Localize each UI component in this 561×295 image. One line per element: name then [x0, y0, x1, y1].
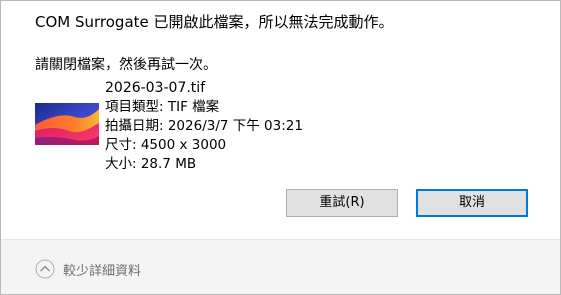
file-in-use-dialog: COM Surrogate 已開啟此檔案，所以無法完成動作。 請關閉檔案，然後再…	[0, 0, 561, 295]
file-name: 2026-03-07.tif	[105, 80, 206, 96]
instruction-text: 請關閉檔案，然後再試一次。	[35, 57, 217, 73]
main-message: COM Surrogate 已開啟此檔案，所以無法完成動作。	[35, 13, 394, 31]
file-date-taken: 拍攝日期: 2026/3/7 下午 03:21	[105, 118, 303, 134]
retry-button[interactable]: 重試(R)	[286, 189, 398, 217]
file-type: 項目類型: TIF 檔案	[105, 99, 220, 115]
dialog-footer: 較少詳細資料	[1, 240, 560, 294]
file-dimensions: 尺寸: 4500 x 3000	[105, 137, 227, 153]
fewer-details-label: 較少詳細資料	[63, 263, 142, 279]
file-size: 大小: 28.7 MB	[105, 156, 197, 172]
wallpaper-thumbnail-icon	[35, 103, 99, 145]
fewer-details-toggle[interactable]: 較少詳細資料	[35, 258, 141, 280]
chevron-up-circle-icon	[35, 259, 55, 279]
file-details: 2026-03-07.tif 項目類型: TIF 檔案 拍攝日期: 2026/3…	[35, 79, 365, 177]
cancel-button[interactable]: 取消	[416, 189, 528, 217]
file-info: 2026-03-07.tif 項目類型: TIF 檔案 拍攝日期: 2026/3…	[105, 79, 365, 174]
